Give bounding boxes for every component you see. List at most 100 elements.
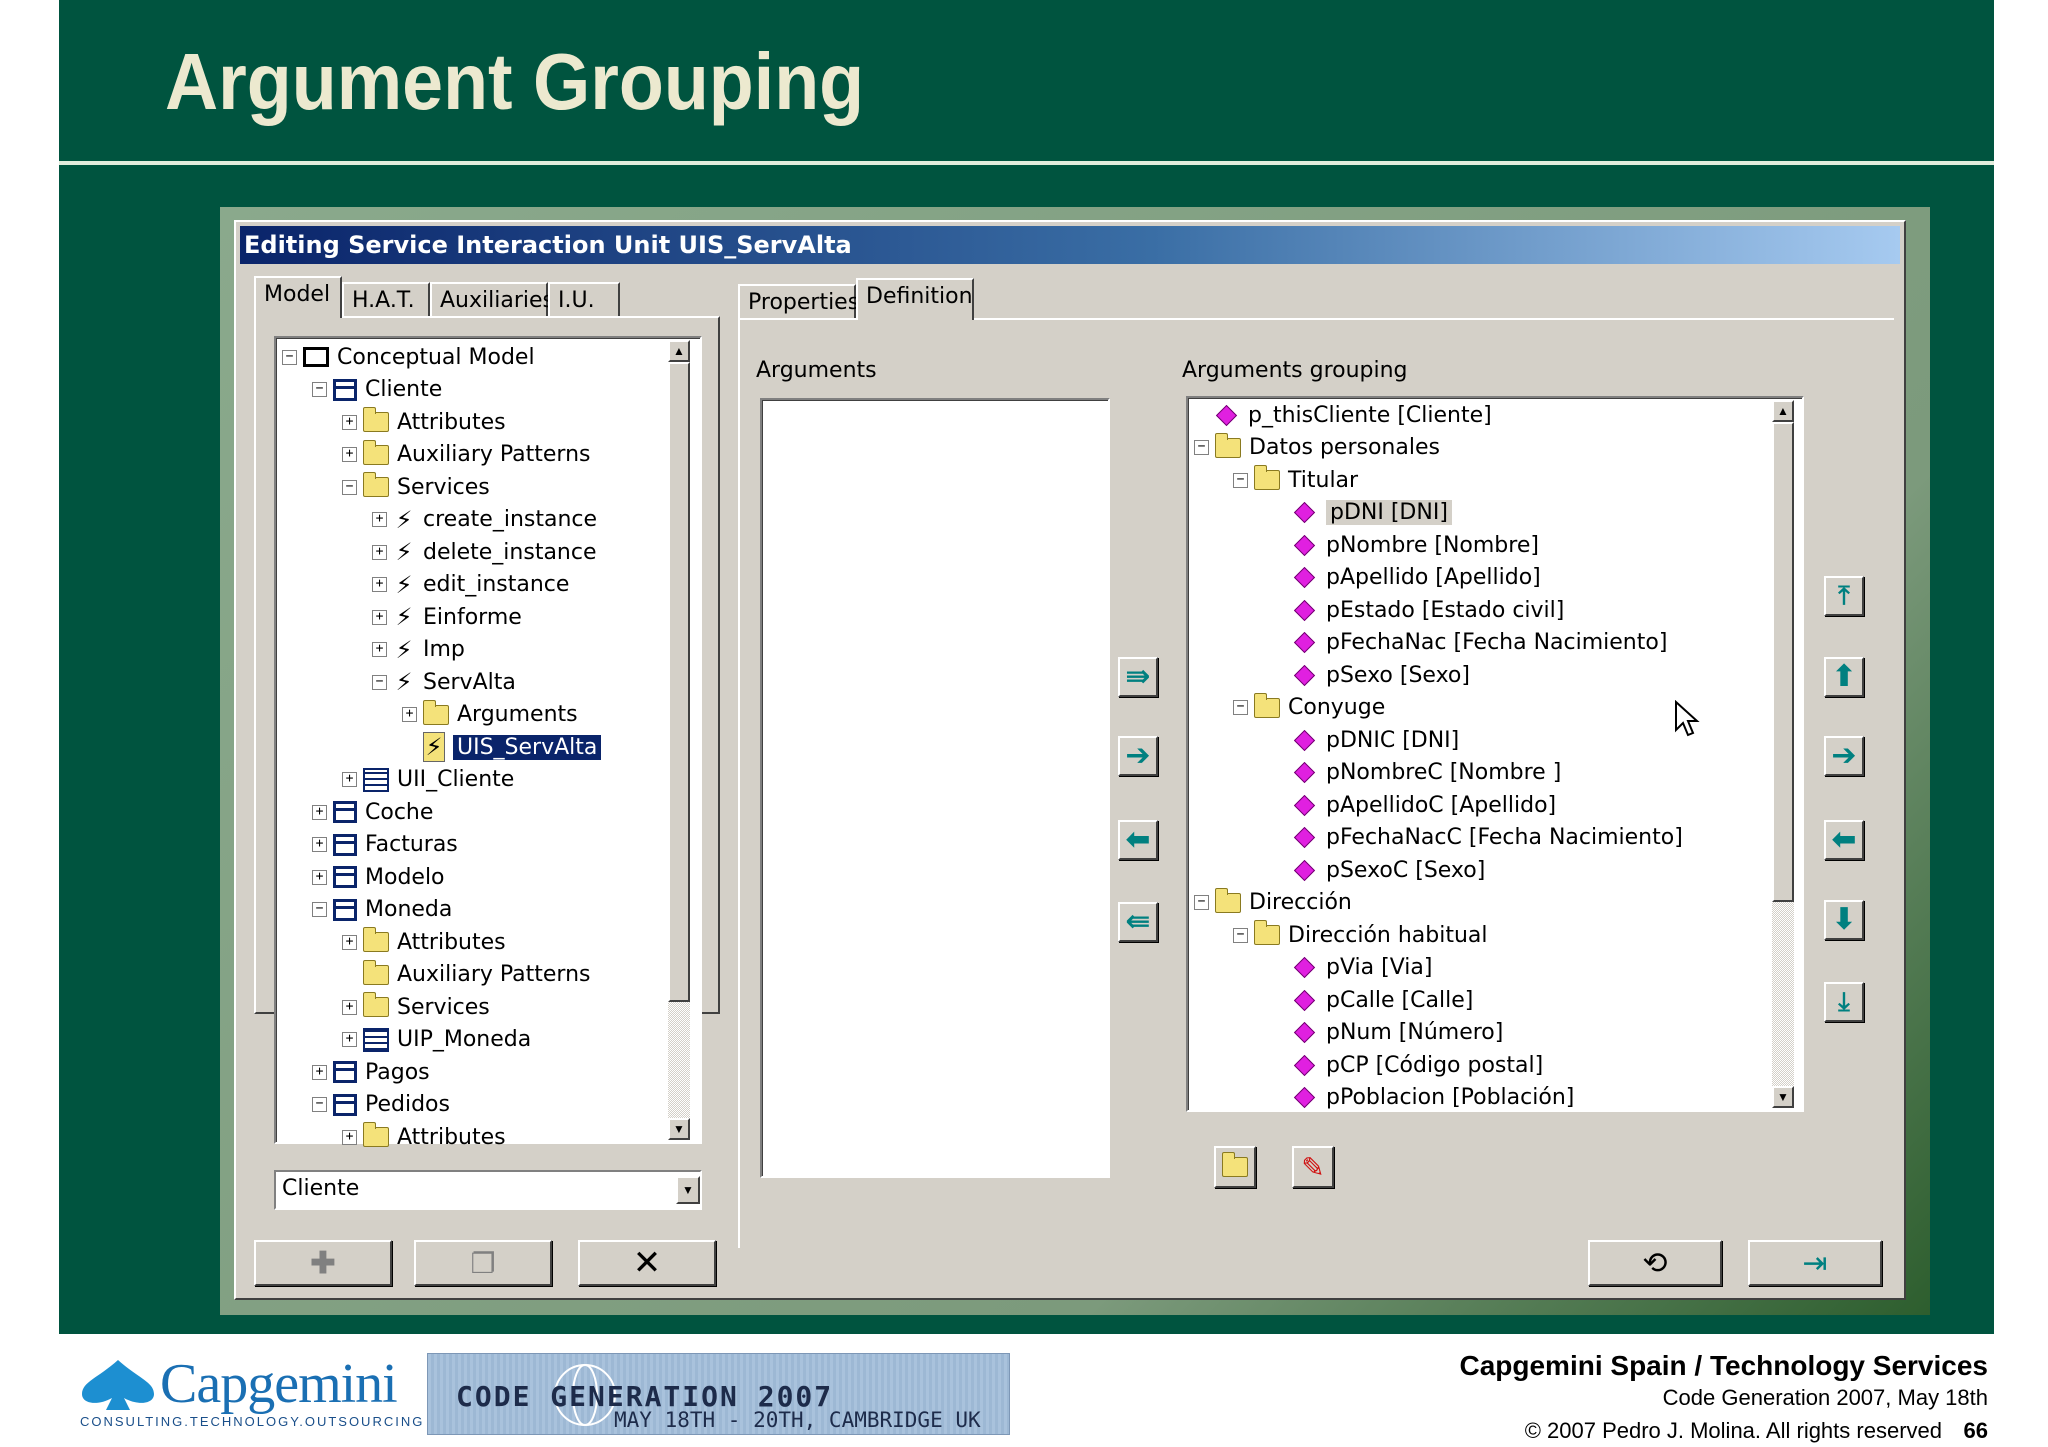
indent-button[interactable]: ➔ — [1824, 736, 1864, 776]
tree-node[interactable]: + Attributes — [342, 1122, 506, 1152]
collapse-icon[interactable]: − — [312, 1097, 327, 1112]
expand-icon[interactable]: + — [342, 999, 357, 1015]
tree-node[interactable]: + ⚡ edit_instance — [372, 570, 569, 600]
scroll-down-icon[interactable]: ▼ — [668, 1118, 690, 1140]
tree-node[interactable]: pSexo [Sexo] — [1272, 660, 1470, 690]
expand-icon[interactable]: + — [342, 447, 357, 462]
tree-node[interactable]: + ⚡ Einforme — [372, 602, 522, 632]
move-right-button[interactable]: ➔ — [1118, 736, 1158, 776]
tree-node[interactable]: pCP [Código postal] — [1272, 1050, 1543, 1080]
tree-node[interactable]: − Dirección habitual — [1233, 920, 1488, 950]
expand-icon[interactable]: + — [372, 609, 387, 625]
tree-node[interactable]: pNombre [Nombre] — [1272, 530, 1539, 560]
scroll-down-icon[interactable]: ▼ — [1772, 1086, 1794, 1108]
tree-node[interactable]: pDNIC [DNI] — [1272, 725, 1459, 755]
tree-node[interactable]: pFechaNacC [Fecha Nacimiento] — [1272, 823, 1683, 853]
tree-node[interactable]: − Services — [342, 472, 490, 502]
tree-node[interactable]: p_thisCliente [Cliente] — [1194, 400, 1492, 430]
tree-node[interactable]: pPoblacion [Población] — [1272, 1083, 1574, 1110]
collapse-icon[interactable]: − — [1233, 472, 1248, 488]
model-tree-scrollbar[interactable]: ▲ ▼ — [668, 340, 690, 1140]
collapse-icon[interactable]: − — [312, 902, 327, 917]
grouping-tree-scrollbar[interactable]: ▲ ▼ — [1772, 400, 1794, 1108]
scroll-thumb[interactable] — [668, 362, 690, 1002]
collapse-icon[interactable]: − — [1233, 700, 1248, 715]
tree-node[interactable]: + Coche — [312, 797, 433, 827]
scroll-up-icon[interactable]: ▲ — [1772, 400, 1794, 422]
expand-icon[interactable]: + — [312, 837, 327, 852]
tree-node[interactable]: + ⚡ delete_instance — [372, 537, 597, 567]
arguments-list[interactable] — [760, 398, 1110, 1178]
tree-node[interactable]: pCalle [Calle] — [1272, 985, 1473, 1015]
tree-node[interactable]: + Auxiliary Patterns — [342, 439, 591, 470]
model-tree[interactable]: − Conceptual Model − Cliente + Attributes + Aux… — [274, 336, 702, 1150]
undo-button[interactable]: ⟲ — [1588, 1240, 1722, 1286]
move-down-button[interactable]: ⬇ — [1824, 900, 1864, 940]
edit-group-button[interactable]: ✎ — [1292, 1146, 1334, 1188]
expand-icon[interactable]: + — [312, 804, 327, 820]
tree-node[interactable]: − Datos personales — [1194, 432, 1440, 463]
collapse-icon[interactable]: − — [1233, 927, 1248, 943]
tree-node[interactable]: pApellido [Apellido] — [1272, 563, 1541, 593]
expand-icon[interactable]: + — [342, 772, 357, 787]
add-button[interactable]: ✚ — [254, 1240, 392, 1286]
expand-icon[interactable]: + — [342, 1032, 357, 1047]
tree-node[interactable]: − Dirección — [1194, 887, 1352, 918]
expand-icon[interactable]: + — [372, 512, 387, 527]
tab-properties[interactable]: Properties — [738, 284, 859, 320]
tree-node[interactable]: + Arguments — [402, 699, 578, 730]
tree-node[interactable]: − Conceptual Model — [282, 342, 535, 372]
collapse-icon[interactable]: − — [1194, 895, 1209, 910]
tree-node[interactable]: + Attributes — [342, 927, 506, 957]
tab-iu[interactable]: I.U. — [548, 282, 620, 318]
tree-node[interactable]: pVia [Via] — [1272, 953, 1432, 983]
move-up-button[interactable]: ⬆ — [1824, 657, 1864, 697]
tree-node[interactable]: + Services — [342, 992, 490, 1022]
tree-node[interactable]: − Moneda — [312, 895, 452, 925]
move-bottom-button[interactable]: ⤓ — [1824, 982, 1864, 1022]
collapse-icon[interactable]: − — [282, 349, 297, 365]
tree-node[interactable]: ⚡ UIS_ServAlta — [402, 732, 602, 762]
scroll-up-icon[interactable]: ▲ — [668, 340, 690, 362]
collapse-icon[interactable]: − — [312, 382, 327, 397]
scroll-thumb[interactable] — [1772, 422, 1794, 902]
move-left-button[interactable]: ⬅ — [1118, 820, 1158, 860]
tree-node[interactable]: + ⚡ create_instance — [372, 505, 597, 535]
tree-node[interactable]: + ⚡ Imp — [372, 635, 465, 665]
expand-icon[interactable]: + — [372, 577, 387, 592]
copy-button[interactable]: ❐ — [414, 1240, 552, 1286]
tab-hat[interactable]: H.A.T. — [342, 282, 430, 318]
tree-node[interactable]: pSexoC [Sexo] — [1272, 855, 1485, 885]
combo-dropdown-icon[interactable]: ▼ — [676, 1176, 700, 1204]
tree-node[interactable]: pDNI [DNI] — [1272, 498, 1452, 528]
expand-icon[interactable]: + — [372, 642, 387, 657]
tree-node[interactable]: − ⚡ ServAlta — [372, 667, 516, 697]
tree-node[interactable]: pEstado [Estado civil] — [1272, 595, 1564, 625]
delete-button[interactable]: ✕ — [578, 1240, 716, 1286]
move-all-left-button[interactable]: ⇚ — [1118, 902, 1158, 942]
tree-node[interactable]: + Facturas — [312, 830, 458, 860]
tree-node[interactable]: − Conyuge — [1233, 692, 1385, 723]
expand-icon[interactable]: + — [312, 1064, 327, 1080]
expand-icon[interactable]: + — [402, 707, 417, 722]
tree-node[interactable]: pNombreC [Nombre ] — [1272, 758, 1561, 788]
tree-node[interactable]: − Pedidos — [312, 1090, 450, 1120]
tab-auxiliaries[interactable]: Auxiliaries — [430, 282, 554, 318]
outdent-button[interactable]: ⬅ — [1824, 820, 1864, 860]
move-top-button[interactable]: ⤒ — [1824, 576, 1864, 616]
tree-node[interactable]: − Titular — [1233, 465, 1358, 495]
class-combo[interactable]: Cliente — [274, 1170, 702, 1210]
tree-node[interactable]: pNum [Número] — [1272, 1018, 1503, 1048]
expand-icon[interactable]: + — [342, 1129, 357, 1145]
expand-icon[interactable]: + — [342, 934, 357, 950]
tree-node[interactable]: pApellidoC [Apellido] — [1272, 790, 1556, 820]
tab-model[interactable]: Model — [254, 276, 342, 318]
exit-button[interactable]: ⇥ — [1748, 1240, 1882, 1286]
tree-node[interactable]: + UII_Cliente — [342, 765, 514, 795]
tree-node[interactable]: + Modelo — [312, 862, 445, 892]
expand-icon[interactable]: + — [312, 869, 327, 885]
tree-node[interactable]: Auxiliary Patterns — [342, 959, 591, 990]
tree-node[interactable]: + Attributes — [342, 407, 506, 437]
collapse-icon[interactable]: − — [372, 674, 387, 690]
tree-node[interactable]: pFechaNac [Fecha Nacimiento] — [1272, 628, 1667, 658]
